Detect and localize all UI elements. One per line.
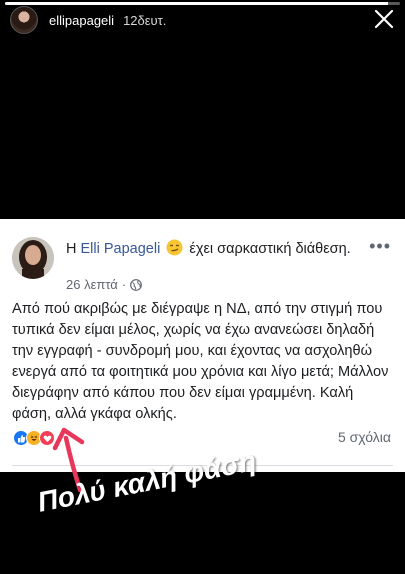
post-author[interactable]: Elli Papageli — [81, 241, 161, 257]
globe-icon — [130, 278, 143, 291]
story-header: ellipapageli 12δευτ. — [10, 6, 166, 34]
smirk-emoji-icon — [166, 239, 183, 256]
post-avatar[interactable] — [12, 237, 54, 279]
close-icon[interactable] — [373, 8, 395, 30]
comments-count[interactable]: 5 σχόλια — [338, 429, 391, 445]
avatar[interactable] — [10, 6, 38, 34]
story-progress-fill — [5, 2, 389, 5]
story-timestamp: 12δευτ. — [123, 12, 167, 28]
story-username[interactable]: ellipapageli — [49, 13, 114, 28]
story-progress-bar — [5, 2, 400, 5]
more-icon[interactable]: ••• — [369, 237, 391, 255]
post-meta: 26 λεπτά · — [66, 277, 143, 292]
post-prefix: Η — [66, 241, 77, 257]
post-text: Από πού ακριβώς με διέγραψε η ΝΔ, από τη… — [12, 301, 389, 422]
post-feeling: έχει σαρκαστική διάθεση. — [189, 241, 351, 257]
reactions[interactable] — [13, 430, 55, 446]
post-header: Η Elli Papageli έχει σαρκαστική διάθεση. — [66, 239, 361, 259]
post-time[interactable]: 26 λεπτά — [66, 277, 118, 292]
